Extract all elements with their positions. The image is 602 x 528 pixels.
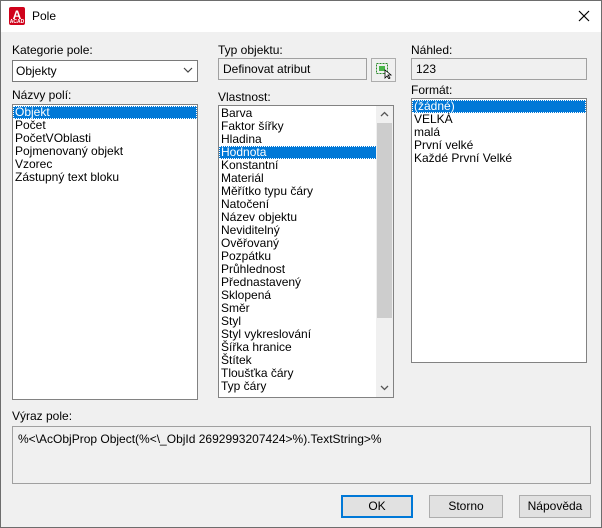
- title-bar: A ACAD Pole: [1, 1, 601, 32]
- dialog-title: Pole: [32, 9, 57, 23]
- expression-label: Výraz pole:: [12, 409, 73, 423]
- autocad-app-icon: A ACAD: [9, 7, 25, 25]
- object-type-value: Definovat atribut: [223, 62, 311, 76]
- close-icon: [578, 10, 590, 22]
- category-label: Kategorie pole:: [12, 43, 93, 57]
- category-dropdown[interactable]: Objekty: [12, 60, 198, 82]
- property-label: Vlastnost:: [218, 90, 271, 104]
- preview-field: 123: [411, 58, 587, 80]
- chevron-up-icon: [380, 111, 389, 117]
- ok-button[interactable]: OK: [341, 495, 413, 518]
- field-names-list[interactable]: Objekt Počet PočetVOblasti Pojmenovaný obje…: [12, 104, 198, 400]
- help-button[interactable]: Nápověda: [519, 495, 591, 518]
- chevron-down-icon: [380, 385, 389, 391]
- object-type-field: Definovat atribut: [218, 58, 367, 80]
- close-button[interactable]: [567, 1, 601, 31]
- object-type-label: Typ objektu:: [218, 43, 283, 57]
- select-object-button[interactable]: [371, 58, 396, 82]
- list-item[interactable]: Každé První Velké: [412, 152, 586, 165]
- property-scrollbar[interactable]: [376, 106, 393, 397]
- format-label: Formát:: [411, 83, 453, 97]
- list-item[interactable]: Typ čáry: [219, 380, 377, 393]
- select-object-icon: [376, 63, 393, 79]
- scroll-up-button[interactable]: [376, 106, 393, 123]
- expression-field: %<\AcObjProp Object(%<\_ObjId 2692993207…: [12, 426, 591, 484]
- format-list[interactable]: (žádné) VELKÁ malá První velké Každé První V…: [411, 98, 587, 363]
- category-value: Objekty: [16, 64, 57, 78]
- field-names-label: Názvy polí:: [12, 88, 72, 102]
- field-dialog: A ACAD Pole Kategorie pole: Objekty Názv…: [0, 0, 602, 528]
- preview-value: 123: [416, 62, 437, 76]
- list-item[interactable]: Zástupný text bloku: [13, 171, 197, 184]
- list-item[interactable]: Směr: [219, 302, 377, 315]
- expression-value: %<\AcObjProp Object(%<\_ObjId 2692993207…: [18, 432, 382, 446]
- chevron-down-icon: [183, 67, 193, 73]
- preview-label: Náhled:: [411, 43, 453, 57]
- scroll-thumb[interactable]: [377, 123, 392, 318]
- property-list[interactable]: Barva Faktor šířky Hladina Hodnota Konstantn…: [218, 105, 394, 398]
- cancel-button[interactable]: Storno: [429, 495, 503, 518]
- scroll-down-button[interactable]: [376, 380, 393, 397]
